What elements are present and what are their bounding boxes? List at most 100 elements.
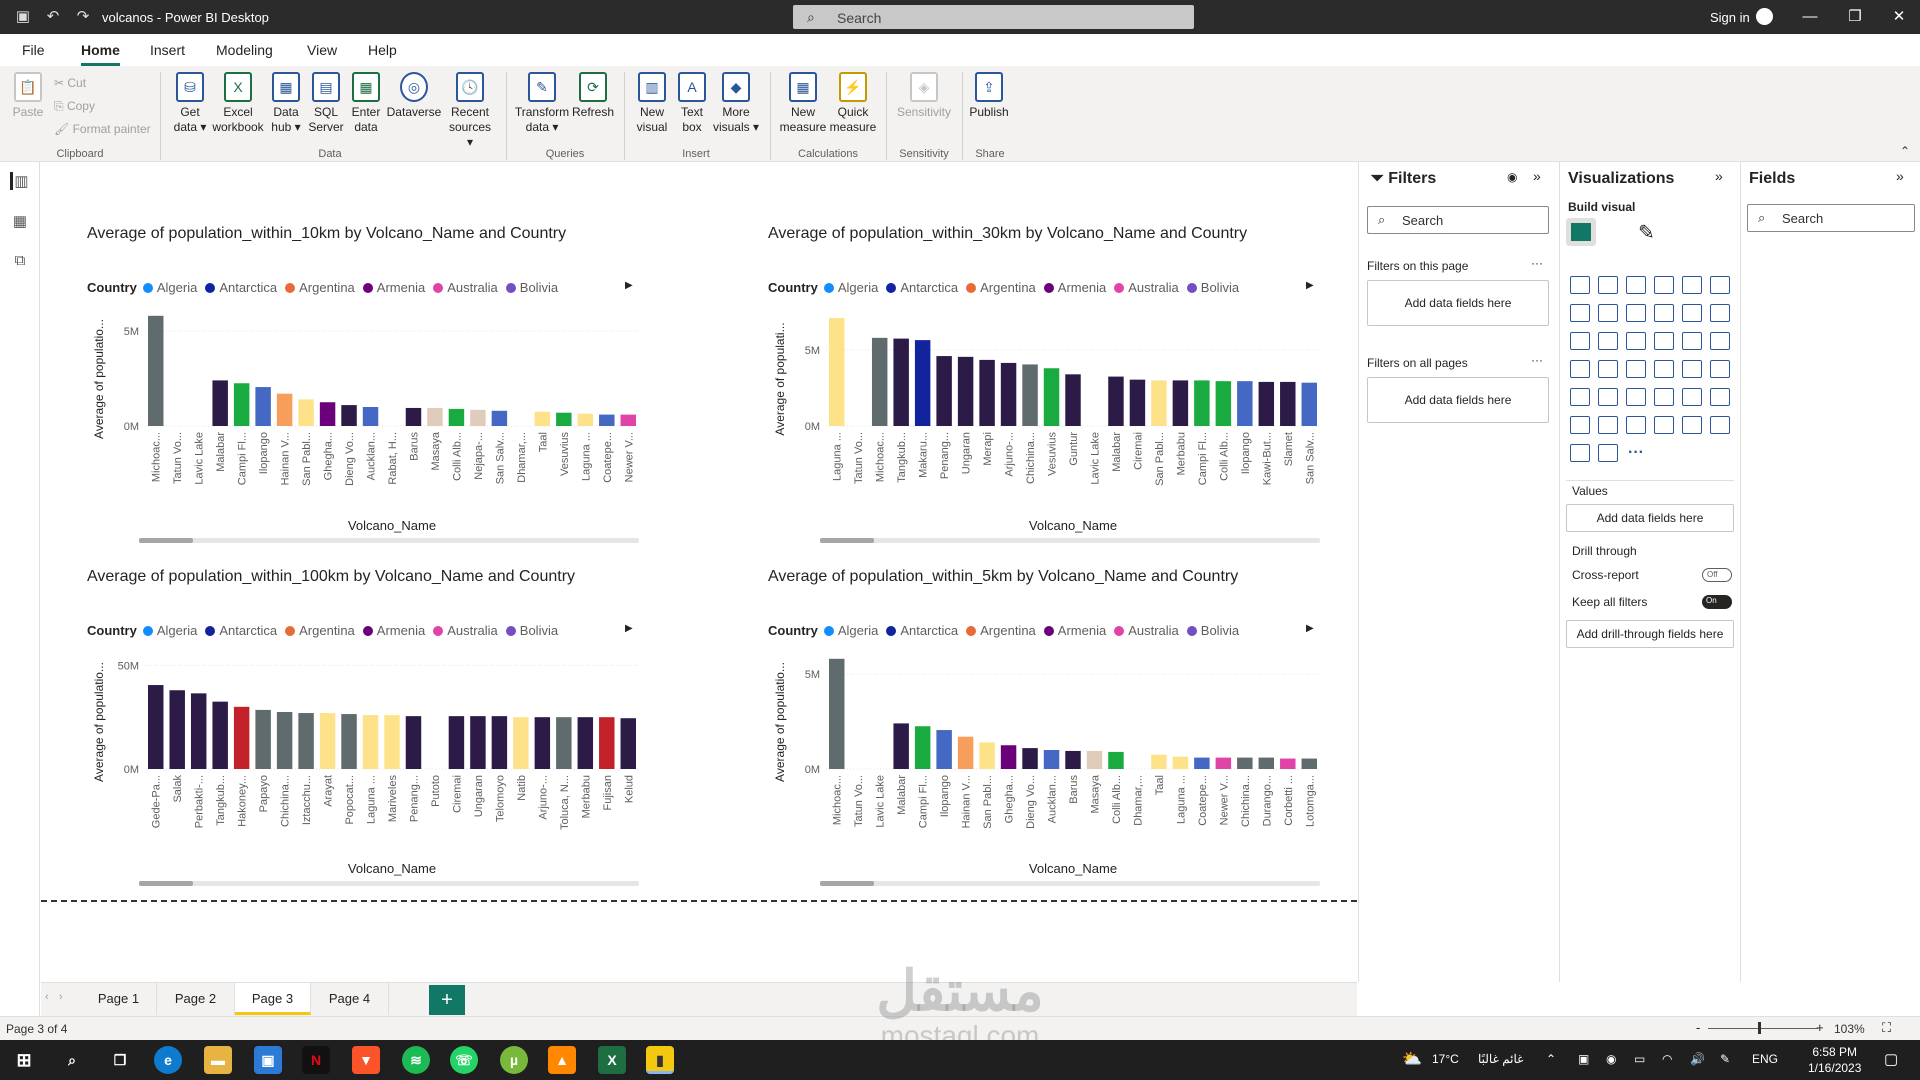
- bar[interactable]: [893, 723, 909, 769]
- text-box-button[interactable]: A Text box: [672, 72, 712, 135]
- visual-type-icon[interactable]: [1710, 304, 1730, 322]
- task-view-icon[interactable]: ❐: [106, 1046, 134, 1074]
- bar[interactable]: [1022, 364, 1038, 426]
- bar[interactable]: [190, 693, 207, 769]
- bar[interactable]: [148, 685, 164, 769]
- bar[interactable]: [979, 742, 995, 769]
- bar[interactable]: [148, 315, 164, 426]
- legend-item[interactable]: Australia: [1114, 623, 1179, 638]
- legend-item[interactable]: Armenia: [1043, 623, 1106, 638]
- bar[interactable]: [491, 410, 508, 426]
- legend-item[interactable]: Australia: [433, 623, 498, 638]
- prev-page-icon[interactable]: ‹: [45, 991, 49, 1003]
- visual-type-icon[interactable]: [1654, 388, 1674, 406]
- volume-icon[interactable]: 🔊: [1690, 1052, 1705, 1066]
- visual-type-icon[interactable]: [1570, 276, 1590, 294]
- spotify-icon[interactable]: ≋: [402, 1046, 430, 1074]
- vlc-icon[interactable]: ▲: [548, 1046, 576, 1074]
- new-visual-button[interactable]: ▥ New visual: [632, 72, 672, 135]
- brave-icon[interactable]: ▼: [352, 1046, 380, 1074]
- bar[interactable]: [1043, 368, 1060, 426]
- bar[interactable]: [914, 726, 931, 769]
- notifications-icon[interactable]: ▢: [1884, 1050, 1898, 1068]
- model-view-icon[interactable]: ⧉: [10, 252, 30, 270]
- legend-next-icon[interactable]: ▶: [1306, 280, 1314, 291]
- restore-button[interactable]: ❐: [1840, 6, 1870, 28]
- bar[interactable]: [829, 318, 845, 426]
- powerbi-icon[interactable]: ▮: [646, 1046, 674, 1074]
- enter-data-button[interactable]: ▦ Enter data: [346, 72, 386, 135]
- legend-item[interactable]: Armenia: [362, 280, 425, 295]
- bar[interactable]: [914, 340, 931, 426]
- legend-item[interactable]: Antarctica: [886, 623, 958, 638]
- zoom-thumb[interactable]: [1758, 1022, 1761, 1034]
- fields-search-input[interactable]: ⌕ Search: [1747, 204, 1915, 232]
- visual-type-icon[interactable]: [1598, 360, 1618, 378]
- bar[interactable]: [599, 414, 615, 426]
- visual-type-icon[interactable]: [1598, 332, 1618, 350]
- report-view-icon[interactable]: ▥: [10, 172, 30, 190]
- legend-item[interactable]: Bolivia: [1186, 280, 1239, 295]
- refresh-button[interactable]: ⟳ Refresh: [570, 72, 616, 120]
- scrollbar-track[interactable]: [139, 881, 639, 886]
- search-input[interactable]: ⌕ Search: [793, 5, 1194, 29]
- bar[interactable]: [341, 405, 357, 426]
- chart-visual-4[interactable]: Average of population_within_5km by Volc…: [768, 567, 1328, 907]
- visual-type-icon[interactable]: [1626, 416, 1646, 434]
- visual-type-icon[interactable]: [1710, 276, 1730, 294]
- legend-item[interactable]: Argentina: [966, 623, 1036, 638]
- visual-type-icon[interactable]: [1654, 332, 1674, 350]
- visual-type-icon[interactable]: [1598, 388, 1618, 406]
- bar[interactable]: [1280, 381, 1296, 426]
- bar[interactable]: [620, 414, 636, 426]
- zoom-slider[interactable]: [1708, 1028, 1818, 1029]
- bar[interactable]: [577, 413, 594, 426]
- menu-insert[interactable]: Insert: [150, 42, 185, 58]
- visual-type-icon[interactable]: [1598, 416, 1618, 434]
- battery-icon[interactable]: ▭: [1634, 1052, 1645, 1066]
- bar[interactable]: [319, 402, 336, 426]
- visual-type-icon[interactable]: [1570, 388, 1590, 406]
- cross-report-toggle[interactable]: Off: [1702, 568, 1732, 582]
- visual-type-icon[interactable]: [1654, 276, 1674, 294]
- bar[interactable]: [233, 383, 250, 426]
- bar[interactable]: [599, 717, 615, 769]
- bar[interactable]: [1172, 380, 1189, 426]
- filters-this-page-dropzone[interactable]: Add data fields here: [1367, 280, 1549, 326]
- visual-type-icon[interactable]: [1654, 304, 1674, 322]
- collapse-filters-icon[interactable]: »: [1533, 168, 1541, 184]
- filters-search-input[interactable]: ⌕ Search: [1367, 206, 1549, 234]
- bar[interactable]: [871, 337, 888, 426]
- get-data-button[interactable]: ⛁ Get data ▾: [168, 72, 212, 135]
- bar[interactable]: [384, 715, 400, 769]
- values-dropzone[interactable]: Add data fields here: [1566, 504, 1734, 532]
- visual-type-icon[interactable]: [1682, 332, 1702, 350]
- bar[interactable]: [620, 718, 636, 769]
- bar[interactable]: [233, 706, 250, 769]
- legend-next-icon[interactable]: ▶: [1306, 623, 1314, 634]
- bar[interactable]: [1065, 750, 1081, 769]
- format-visual-tab[interactable]: ✎: [1638, 220, 1655, 245]
- visual-type-icon[interactable]: [1598, 444, 1618, 462]
- sql-server-button[interactable]: ▤ SQL Server: [306, 72, 346, 135]
- scrollbar-thumb[interactable]: [139, 538, 193, 543]
- drill-through-dropzone[interactable]: Add drill-through fields here: [1566, 620, 1734, 648]
- menu-file[interactable]: File: [22, 42, 45, 58]
- visual-type-icon[interactable]: [1570, 444, 1590, 462]
- legend-item[interactable]: Algeria: [823, 623, 878, 638]
- bar[interactable]: [1237, 757, 1253, 769]
- bar[interactable]: [534, 411, 551, 426]
- collapse-viz-icon[interactable]: »: [1715, 168, 1723, 184]
- legend-item[interactable]: Algeria: [142, 280, 197, 295]
- bar[interactable]: [1151, 754, 1167, 769]
- data-view-icon[interactable]: ▦: [10, 212, 30, 230]
- bar[interactable]: [1194, 380, 1210, 426]
- legend-item[interactable]: Argentina: [285, 623, 355, 638]
- legend-item[interactable]: Bolivia: [1186, 623, 1239, 638]
- dataverse-button[interactable]: ◎ Dataverse: [386, 72, 442, 120]
- bar[interactable]: [534, 717, 551, 769]
- legend-next-icon[interactable]: ▶: [625, 623, 633, 634]
- store-icon[interactable]: ▣: [254, 1046, 282, 1074]
- new-measure-button[interactable]: ▦ New measure: [778, 72, 828, 135]
- bar[interactable]: [470, 409, 486, 426]
